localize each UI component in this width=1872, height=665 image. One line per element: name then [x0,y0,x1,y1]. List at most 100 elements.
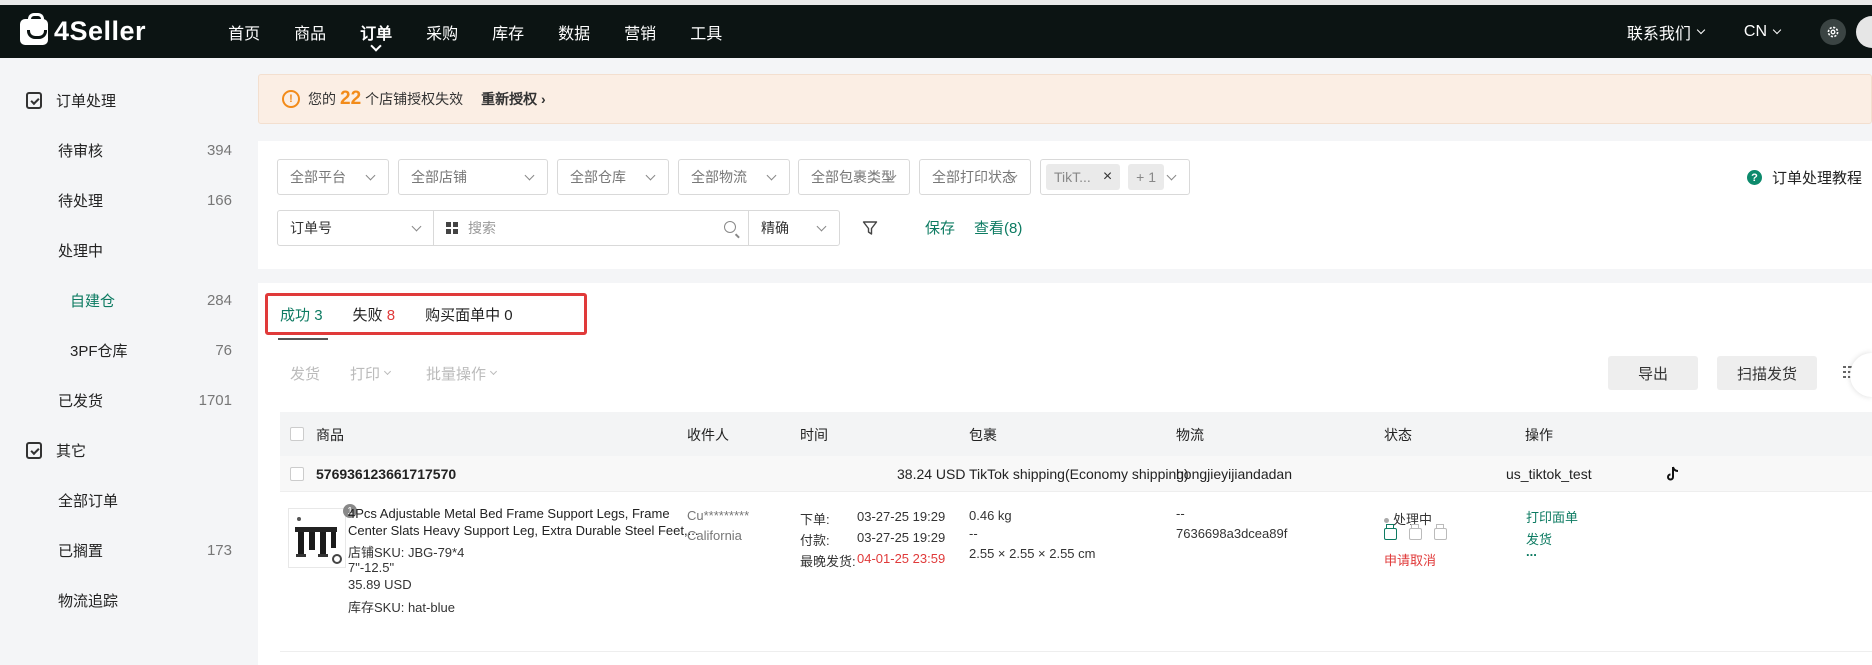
print-status-icons [1384,524,1459,543]
order-carrier: hongjieyijiandadan [1176,466,1292,482]
sidebar-group-other[interactable]: 其它 [0,425,244,475]
nav-purchase[interactable]: 采购 [409,5,475,58]
chevron-down-icon [489,367,498,376]
print-status-select[interactable]: 全部打印状态 [919,159,1031,195]
close-icon[interactable]: × [1103,168,1112,186]
match-mode-select[interactable]: 精确 [748,210,840,246]
tiktok-icon [1667,466,1679,481]
tab-success[interactable]: 成功 3 [280,304,323,325]
status-dot-icon [1384,518,1389,524]
gear-icon [1827,26,1839,37]
nav-data[interactable]: 数据 [541,5,607,58]
search-field-select[interactable]: 订单号 [277,210,435,246]
nav-tools[interactable]: 工具 [673,5,739,58]
printer-icon[interactable] [1409,524,1422,540]
latest-ship-time: 04-01-25 23:59 [857,551,946,566]
platform-select[interactable]: 全部平台 [277,159,389,195]
chevron-down-icon [1772,25,1782,34]
bed-leg-product-picture [295,517,342,564]
save-button[interactable]: 保存 [925,217,955,238]
sidebar-item-all-orders[interactable]: 全部订单 [0,475,244,525]
sidebar-item-own-warehouse[interactable]: 自建仓 284 [0,275,244,325]
language-dropdown[interactable]: CN [1743,22,1782,41]
sidebar-item-pending-review[interactable]: 待审核 394 [0,125,244,175]
table-header: 商品 收件人 时间 包裹 物流 状态 操作 [280,412,1872,456]
search-input[interactable]: 搜索 [433,210,749,246]
product-title-line1[interactable]: 4Pcs Adjustable Metal Bed Frame Support … [348,506,670,521]
order-id[interactable]: 576936123661717570 [316,466,456,482]
recipient-name[interactable]: Cu********* [687,508,749,523]
tracking-number[interactable]: 7636698a3dcea89f [1176,526,1287,541]
export-button[interactable]: 导出 [1608,356,1698,390]
chevron-down-icon [1696,25,1706,34]
store-select[interactable]: 全部店铺 [398,159,548,195]
print-label-link[interactable]: 打印面单 [1526,507,1578,526]
paid-time-label: 付款: [800,533,830,548]
sidebar-item-label: 自建仓 [70,292,116,310]
view-saved-button[interactable]: 查看(8) [974,217,1022,238]
product-title-line2[interactable]: Center Slats Heavy Support Leg, Extra Du… [348,523,698,538]
tutorial-link[interactable]: ? 订单处理教程 [1746,167,1862,188]
clipboard-check-icon [26,91,42,109]
tab-buying-labels[interactable]: 购买面单中 0 [425,304,513,325]
avatar[interactable] [1856,15,1872,48]
sidebar-item-label: 待审核 [58,142,104,160]
ship-button[interactable]: 发货 [290,363,320,384]
sidebar-item-shipped[interactable]: 已发货 1701 [0,375,244,425]
settings-button[interactable] [1820,18,1846,45]
tab-failed[interactable]: 失败 8 [353,304,396,325]
select-all-checkbox[interactable] [290,427,304,441]
warning-icon: ! [282,90,300,108]
chevron-down-icon [645,170,656,181]
scan-ship-button[interactable]: 扫描发货 [1717,356,1817,390]
select-value: 订单号 [290,220,332,236]
print-dropdown[interactable]: 打印 [350,363,392,384]
order-time: 03-27-25 19:29 [857,509,946,524]
package-type-select[interactable]: 全部包裹类型 [798,159,910,195]
language-label: CN [1743,22,1767,40]
order-shipping-method: TikTok shipping(Economy shipping) [969,466,1189,482]
warehouse-select[interactable]: 全部仓库 [557,159,669,195]
sidebar-group-label: 订单处理 [56,92,117,110]
product-image[interactable] [288,508,346,568]
sidebar-item-3pf-warehouse[interactable]: 3PF仓库 76 [0,325,244,375]
order-checkbox[interactable] [290,467,304,481]
nav-products[interactable]: 商品 [277,5,343,58]
nav-inventory[interactable]: 库存 [475,5,541,58]
active-tab-underline [278,338,328,340]
sidebar-item-label: 处理中 [58,242,104,260]
app-logo[interactable]: 4Seller [20,12,147,47]
nav-marketing[interactable]: 营销 [607,5,673,58]
chevron-down-icon [383,367,392,376]
filter-icon[interactable] [862,220,878,236]
contact-us-dropdown[interactable]: 联系我们 [1627,20,1706,44]
sidebar-item-label: 物流追踪 [58,592,119,610]
tag-multi-select[interactable]: TikT... × + 1 [1040,159,1190,195]
batch-operations-dropdown[interactable]: 批量操作 [426,363,498,384]
package-dimensions: 2.55 × 2.55 × 2.55 cm [969,546,1096,561]
printer-icon[interactable] [1384,524,1397,540]
select-value: 全部平台 [290,169,346,185]
package-weight: 0.46 kg [969,508,1012,523]
floating-menu-button[interactable] [1850,353,1872,397]
logistics-select[interactable]: 全部物流 [678,159,790,195]
sidebar-item-on-hold[interactable]: 已搁置 173 [0,525,244,575]
order-amount: 38.24 USD [897,466,966,482]
reauthorize-link[interactable]: 重新授权 › [481,89,546,109]
sidebar-item-pending[interactable]: 待处理 166 [0,175,244,225]
printer-icon[interactable] [1434,524,1447,540]
paid-time: 03-27-25 19:29 [857,530,946,545]
sidebar-item-processing[interactable]: 处理中 [0,225,244,275]
sidebar-group-order-processing[interactable]: 订单处理 [0,75,244,125]
sidebar-item-logistics-tracking[interactable]: 物流追踪 [0,575,244,625]
more-actions-link[interactable]: ... [1526,544,1537,559]
search-icon[interactable] [724,221,736,233]
select-value: 全部店铺 [411,169,467,185]
nav-orders[interactable]: 订单 [343,5,409,58]
sidebar: 订单处理 待审核 394 待处理 166 处理中 自建仓 284 3PF仓库 7… [0,58,244,665]
nav-home[interactable]: 首页 [211,5,277,58]
logo-text: 4Seller [54,16,147,46]
tab-count: 0 [504,306,513,324]
request-cancel-link[interactable]: 申请取消 [1384,550,1436,569]
chevron-down-icon [1166,170,1177,181]
